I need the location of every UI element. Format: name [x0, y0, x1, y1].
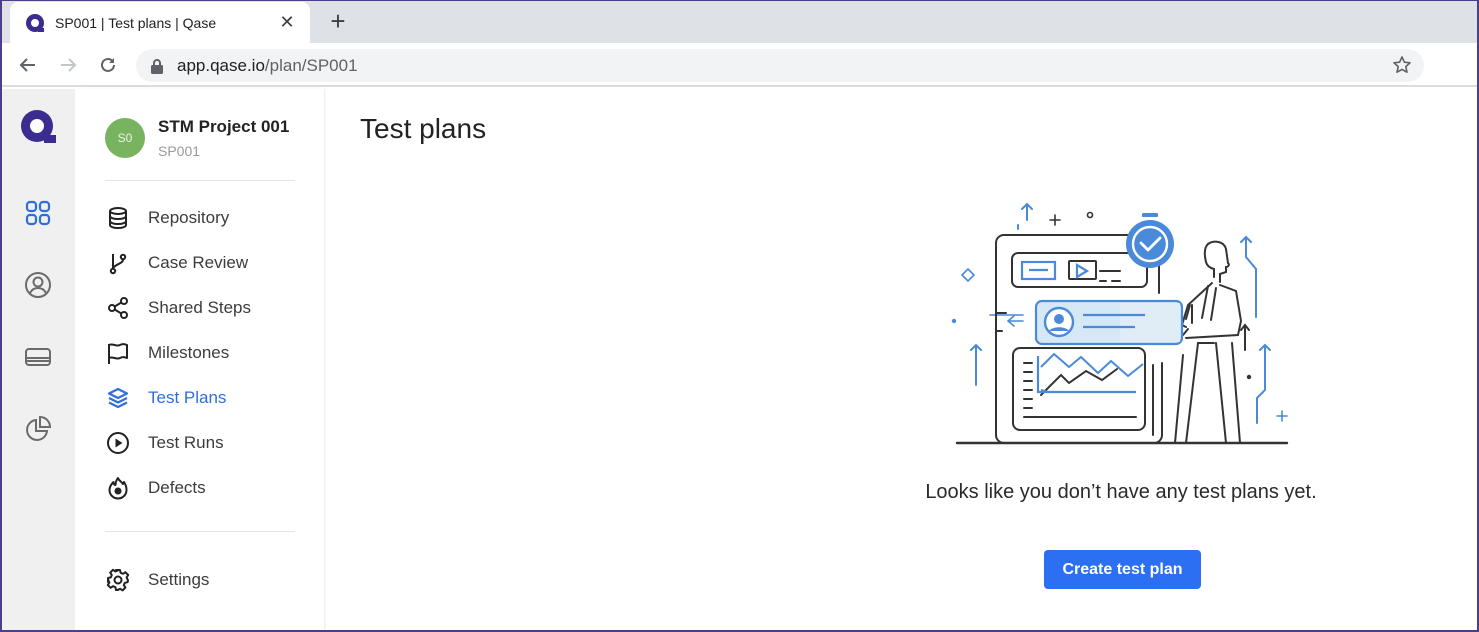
- sidebar-item-label: Settings: [148, 570, 210, 589]
- play-circle-icon: [105, 430, 131, 456]
- arrow-up-deco: [970, 343, 982, 386]
- project-name: STM Project 001: [158, 117, 290, 136]
- url-host: app.qase.io: [177, 55, 265, 75]
- lock-icon: [151, 58, 163, 74]
- create-test-plan-button[interactable]: Create test plan: [1044, 550, 1201, 589]
- person-head: [1207, 240, 1230, 283]
- tab-title: SP001 | Test plans | Qase: [55, 14, 217, 31]
- browser-tab[interactable]: SP001 | Test plans | Qase ✕: [10, 2, 310, 43]
- forward-button[interactable]: [54, 51, 82, 79]
- flame-icon: [105, 475, 131, 501]
- browser-tab-bar: SP001 | Test plans | Qase ✕ +: [0, 0, 1479, 43]
- sidebar-item-repository[interactable]: Repository: [105, 203, 229, 233]
- arrow-right-icon: [61, 58, 77, 72]
- page-title: Test plans: [360, 113, 487, 144]
- plus-deco: [1276, 410, 1288, 422]
- qase-logo-icon[interactable]: [20, 109, 56, 145]
- diamond-deco: [960, 267, 976, 283]
- project-sidebar: S0 STM Project 001 SP001 Repository Case…: [75, 89, 325, 632]
- plus-deco: [1049, 214, 1061, 226]
- stopwatch-button: [1142, 213, 1158, 217]
- sidebar-item-defects[interactable]: Defects: [105, 473, 206, 503]
- layers-icon: [105, 385, 131, 411]
- main-content: Test plans Looks like you don’t have any…: [326, 89, 1477, 630]
- sidebar-item-label: Test Runs: [148, 433, 224, 452]
- sidebar-item-label: Repository: [148, 208, 230, 227]
- sidebar-item-label: Test Plans: [148, 388, 227, 407]
- browser-toolbar: app.qase.io/plan/SP001: [0, 43, 1479, 87]
- user-circle-icon: [25, 272, 51, 298]
- project-code: SP001: [158, 143, 201, 159]
- sidebar-item-label: Defects: [148, 478, 206, 497]
- project-header[interactable]: S0 STM Project 001 SP001: [105, 117, 289, 159]
- arrow-left-icon: [19, 58, 35, 72]
- projects-grid-icon: [25, 200, 51, 226]
- video-box: [1068, 260, 1097, 280]
- sidebar-item-test-plans[interactable]: Test Plans: [105, 383, 226, 413]
- sidebar-item-label: Shared Steps: [148, 298, 252, 317]
- gear-icon: [105, 567, 131, 593]
- rail-workspace[interactable]: [22, 341, 54, 373]
- sidebar-item-label: Case Review: [148, 253, 249, 272]
- empty-state-illustration: [951, 202, 1289, 445]
- reload-icon: [101, 57, 115, 72]
- address-bar[interactable]: app.qase.io/plan/SP001: [136, 49, 1424, 82]
- workspace-icon: [25, 348, 51, 366]
- sidebar-divider: [105, 180, 295, 181]
- database-icon: [105, 205, 131, 231]
- circuit-line-deco: [1240, 235, 1257, 318]
- project-avatar: S0: [105, 118, 145, 158]
- sidebar-divider: [105, 531, 295, 532]
- share-icon: [105, 295, 131, 321]
- close-tab-icon[interactable]: ✕: [276, 12, 298, 34]
- back-button[interactable]: [14, 51, 42, 79]
- sidebar-item-settings[interactable]: Settings: [105, 565, 209, 595]
- sidebar-item-case-review[interactable]: Case Review: [105, 248, 248, 278]
- flag-icon: [105, 340, 131, 366]
- rail-users[interactable]: [22, 269, 54, 301]
- rail-reports[interactable]: [22, 413, 54, 445]
- sidebar-item-label: Milestones: [148, 343, 230, 362]
- empty-state-message: Looks like you don’t have any test plans…: [925, 481, 1317, 503]
- url-path: /plan/SP001: [264, 55, 358, 75]
- sidebar-item-test-runs[interactable]: Test Runs: [105, 428, 224, 458]
- sidebar-item-shared-steps[interactable]: Shared Steps: [105, 293, 251, 323]
- reload-button[interactable]: [94, 51, 122, 79]
- rail-projects[interactable]: [22, 197, 54, 229]
- arrow-up-deco: [1021, 202, 1033, 221]
- circuit-line-deco: [1256, 343, 1271, 424]
- sidebar-item-milestones[interactable]: Milestones: [105, 338, 229, 368]
- app-rail: [0, 89, 75, 632]
- qase-favicon-icon: [26, 13, 44, 32]
- reports-pie-icon: [26, 415, 52, 441]
- new-tab-button[interactable]: +: [325, 8, 351, 34]
- branch-icon: [105, 250, 131, 276]
- bookmark-star-icon[interactable]: [1392, 55, 1412, 75]
